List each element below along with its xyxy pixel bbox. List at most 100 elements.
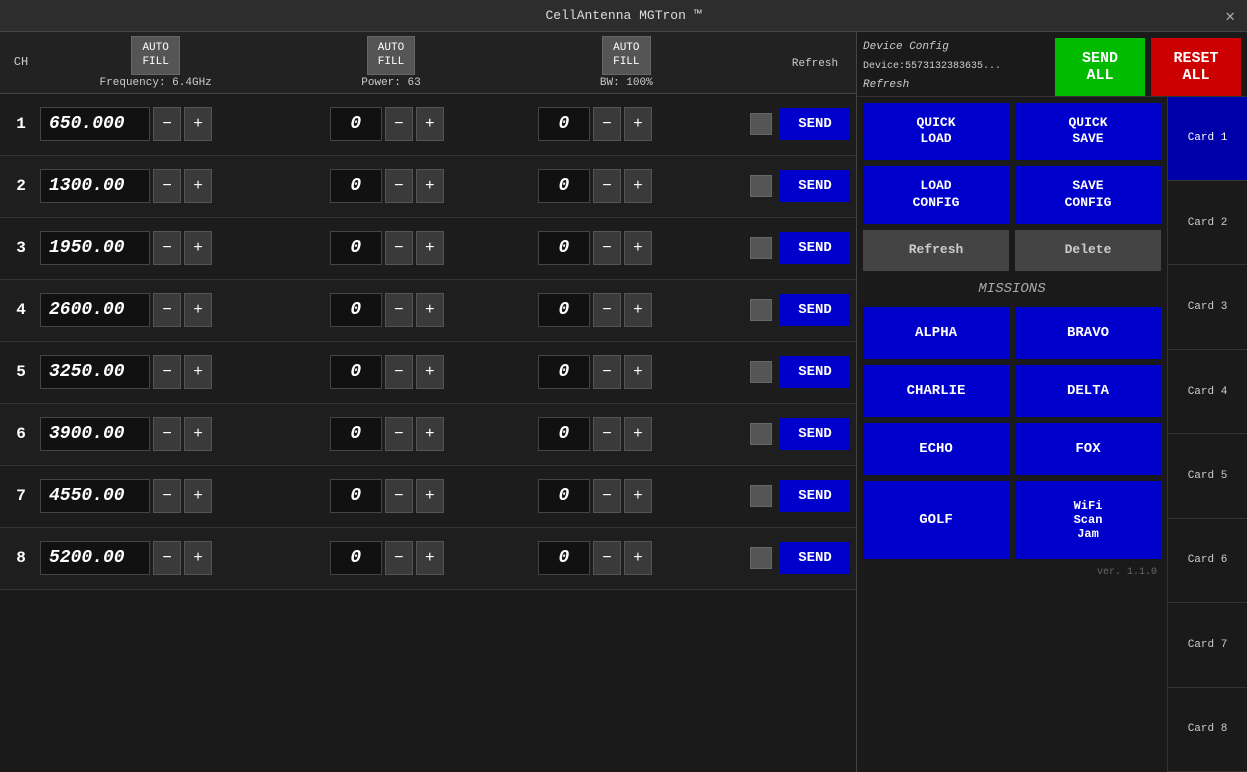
mission-fox-button[interactable]: FOX xyxy=(1015,423,1161,475)
bw-group: 0 − + xyxy=(538,417,742,451)
row-send-button[interactable]: SEND xyxy=(780,232,850,264)
card-item-2[interactable]: Card 2 xyxy=(1168,181,1247,265)
power-increment-button[interactable]: + xyxy=(416,417,444,451)
auto-fill-freq-button[interactable]: AUTOFILL xyxy=(131,36,179,75)
mission-wifi-scan-jam-button[interactable]: WiFiScanJam xyxy=(1015,481,1161,559)
freq-increment-button[interactable]: + xyxy=(184,293,212,327)
load-config-button[interactable]: LOADCONFIG xyxy=(863,166,1009,224)
freq-decrement-button[interactable]: − xyxy=(153,355,181,389)
bw-increment-button[interactable]: + xyxy=(624,231,652,265)
bw-decrement-button[interactable]: − xyxy=(593,231,621,265)
card-item-4[interactable]: Card 4 xyxy=(1168,350,1247,434)
delete-button[interactable]: Delete xyxy=(1015,230,1161,271)
bw-decrement-button[interactable]: − xyxy=(593,541,621,575)
freq-decrement-button[interactable]: − xyxy=(153,417,181,451)
power-decrement-button[interactable]: − xyxy=(385,479,413,513)
refresh-delete-row: Refresh Delete xyxy=(863,230,1161,271)
freq-decrement-button[interactable]: − xyxy=(153,107,181,141)
power-increment-button[interactable]: + xyxy=(416,293,444,327)
row-checkbox[interactable] xyxy=(750,361,772,383)
power-decrement-button[interactable]: − xyxy=(385,293,413,327)
table-row: 5 3250.00 − + 0 − + 0 − + SEND xyxy=(0,342,856,404)
row-send-button[interactable]: SEND xyxy=(780,542,850,574)
bw-increment-button[interactable]: + xyxy=(624,417,652,451)
refresh-button[interactable]: Refresh xyxy=(863,230,1009,271)
card-item-8[interactable]: Card 8 xyxy=(1168,688,1247,772)
card-item-7[interactable]: Card 7 xyxy=(1168,603,1247,687)
auto-fill-power-button[interactable]: AUTOFILL xyxy=(367,36,415,75)
auto-fill-bw-button[interactable]: AUTOFILL xyxy=(602,36,650,75)
freq-increment-button[interactable]: + xyxy=(184,355,212,389)
power-increment-button[interactable]: + xyxy=(416,355,444,389)
power-increment-button[interactable]: + xyxy=(416,169,444,203)
row-checkbox[interactable] xyxy=(750,485,772,507)
bw-decrement-button[interactable]: − xyxy=(593,417,621,451)
bw-increment-button[interactable]: + xyxy=(624,355,652,389)
bw-increment-button[interactable]: + xyxy=(624,541,652,575)
row-checkbox[interactable] xyxy=(750,299,772,321)
row-send-button[interactable]: SEND xyxy=(780,108,850,140)
freq-decrement-button[interactable]: − xyxy=(153,231,181,265)
save-config-button[interactable]: SAVECONFIG xyxy=(1015,166,1161,224)
power-decrement-button[interactable]: − xyxy=(385,417,413,451)
bw-increment-button[interactable]: + xyxy=(624,107,652,141)
freq-decrement-button[interactable]: − xyxy=(153,293,181,327)
row-send-button[interactable]: SEND xyxy=(780,418,850,450)
power-increment-button[interactable]: + xyxy=(416,479,444,513)
quick-load-button[interactable]: QUICKLOAD xyxy=(863,103,1009,161)
freq-increment-button[interactable]: + xyxy=(184,417,212,451)
card-item-1[interactable]: Card 1 xyxy=(1168,97,1247,181)
card-item-6[interactable]: Card 6 xyxy=(1168,519,1247,603)
row-send-button[interactable]: SEND xyxy=(780,294,850,326)
bw-increment-button[interactable]: + xyxy=(624,293,652,327)
power-decrement-button[interactable]: − xyxy=(385,355,413,389)
card-item-3[interactable]: Card 3 xyxy=(1168,265,1247,349)
freq-increment-button[interactable]: + xyxy=(184,479,212,513)
power-group: 0 − + xyxy=(330,231,534,265)
freq-decrement-button[interactable]: − xyxy=(153,169,181,203)
bw-increment-button[interactable]: + xyxy=(624,169,652,203)
row-checkbox[interactable] xyxy=(750,113,772,135)
power-increment-button[interactable]: + xyxy=(416,107,444,141)
row-checkbox[interactable] xyxy=(750,423,772,445)
power-decrement-button[interactable]: − xyxy=(385,541,413,575)
freq-increment-button[interactable]: + xyxy=(184,169,212,203)
close-button[interactable]: ✕ xyxy=(1225,6,1235,26)
send-all-button[interactable]: SENDALL xyxy=(1055,38,1145,96)
power-decrement-button[interactable]: − xyxy=(385,107,413,141)
bw-decrement-button[interactable]: − xyxy=(593,293,621,327)
frequency-value: 650.000 xyxy=(40,107,150,141)
row-send-button[interactable]: SEND xyxy=(780,170,850,202)
frequency-value: 3250.00 xyxy=(40,355,150,389)
freq-decrement-button[interactable]: − xyxy=(153,541,181,575)
freq-increment-button[interactable]: + xyxy=(184,541,212,575)
power-decrement-button[interactable]: − xyxy=(385,169,413,203)
mission-delta-button[interactable]: DELTA xyxy=(1015,365,1161,417)
row-send-button[interactable]: SEND xyxy=(780,480,850,512)
quick-save-button[interactable]: QUICKSAVE xyxy=(1015,103,1161,161)
power-increment-button[interactable]: + xyxy=(416,541,444,575)
bw-decrement-button[interactable]: − xyxy=(593,169,621,203)
mission-charlie-button[interactable]: CHARLIE xyxy=(863,365,1009,417)
bw-decrement-button[interactable]: − xyxy=(593,479,621,513)
bw-decrement-button[interactable]: − xyxy=(593,107,621,141)
mission-alpha-button[interactable]: ALPHA xyxy=(863,307,1009,359)
reset-all-button[interactable]: RESETALL xyxy=(1151,38,1241,96)
bw-decrement-button[interactable]: − xyxy=(593,355,621,389)
ch-column-header: CH xyxy=(6,55,36,69)
mission-echo-button[interactable]: ECHO xyxy=(863,423,1009,475)
freq-decrement-button[interactable]: − xyxy=(153,479,181,513)
mission-bravo-button[interactable]: BRAVO xyxy=(1015,307,1161,359)
freq-increment-button[interactable]: + xyxy=(184,231,212,265)
row-checkbox[interactable] xyxy=(750,175,772,197)
power-column-header: AUTOFILL Power: 63 xyxy=(275,36,506,89)
power-decrement-button[interactable]: − xyxy=(385,231,413,265)
mission-golf-button[interactable]: GOLF xyxy=(863,481,1009,559)
freq-increment-button[interactable]: + xyxy=(184,107,212,141)
row-send-button[interactable]: SEND xyxy=(780,356,850,388)
bw-increment-button[interactable]: + xyxy=(624,479,652,513)
power-increment-button[interactable]: + xyxy=(416,231,444,265)
row-checkbox[interactable] xyxy=(750,237,772,259)
row-checkbox[interactable] xyxy=(750,547,772,569)
card-item-5[interactable]: Card 5 xyxy=(1168,434,1247,518)
